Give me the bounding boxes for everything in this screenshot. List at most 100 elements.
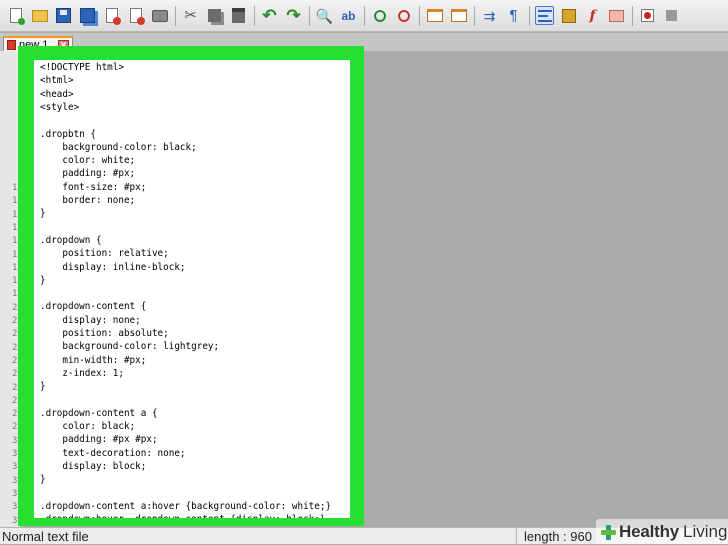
save-button[interactable] [54,6,73,25]
cut-button[interactable]: ✂ [181,6,200,25]
show-all-characters-button[interactable]: ¶ [504,6,523,25]
close-all-button[interactable] [126,6,145,25]
word-wrap-button[interactable]: ⇉ [480,6,499,25]
save-all-button[interactable] [78,6,97,25]
plus-logo-icon [600,524,616,540]
new-file-icon [9,8,25,25]
zoom-in-icon [373,9,386,22]
code-line: .dropdown { [40,234,102,246]
watermark-brand-rest: Living [683,521,728,541]
toolbar-separator [529,5,530,26]
toolbar-separator [364,5,365,26]
sync-vertical-button[interactable] [425,6,444,25]
code-line: padding: #px #px; [40,434,158,446]
main-toolbar: ✂ ↶ ↷ 🔍 ab ⇉ ¶ f [0,0,728,32]
toolbar-separator [419,5,420,26]
code-line: <head> [40,88,74,100]
record-macro-icon [641,9,654,22]
zoom-out-button[interactable] [394,6,413,25]
code-line: .dropdown-content a { [40,407,158,419]
undo-button[interactable]: ↶ [260,6,279,25]
show-all-characters-icon: ¶ [509,7,518,24]
zoom-out-icon [397,9,410,22]
toolbar-separator [254,5,255,26]
code-line: background-color: lightgrey; [40,341,220,353]
code-line: display: none; [40,314,141,326]
code-line: } [40,381,46,393]
code-line: color: black; [40,421,136,433]
word-wrap-icon: ⇉ [483,7,496,24]
code-line: .dropdown-content a:hover {background-co… [40,500,332,512]
code-line: } [40,274,46,286]
save-all-icon [80,8,95,23]
code-line: position: absolute; [40,328,169,339]
sync-horizontal-button[interactable] [449,6,468,25]
code-line: .dropbtn { [40,128,96,140]
code-line: .dropdown-content { [40,301,147,313]
paste-button[interactable] [229,6,248,25]
document-map-icon [561,8,576,23]
function-list-button[interactable]: f [583,6,602,25]
redo-icon: ↷ [286,6,301,25]
stop-recording-icon [666,10,677,21]
document-length-label: length : 960 [524,529,592,544]
code-line: .dropdown:hover .dropdown-content {displ… [40,513,325,518]
code-line: font-size: #px; [40,181,147,193]
copy-icon [208,9,221,22]
indent-guide-button[interactable] [535,6,554,25]
file-type-label: Normal text file [2,529,89,544]
folder-as-workspace-icon [609,9,624,22]
code-line: } [40,474,46,486]
sync-horizontal-icon [450,9,467,22]
code-line: color: white; [40,155,136,167]
find-icon: 🔍 [315,7,334,24]
open-folder-icon [31,9,48,22]
find-button[interactable]: 🔍 [315,6,334,25]
code-line: padding: #px; [40,168,136,180]
redo-button[interactable]: ↷ [284,6,303,25]
close-file-button[interactable] [102,6,121,25]
code-line: border: none; [40,195,136,206]
code-text-area[interactable]: <!DOCTYPE html> <html> <head> <style> .dropb… [34,60,350,518]
undo-icon: ↶ [262,6,277,25]
toolbar-separator [175,5,176,26]
code-line: min-width: #px; [40,354,147,366]
code-line: display: block; [40,461,147,472]
code-line: <!DOCTYPE html> [40,62,124,73]
toolbar-separator [632,5,633,26]
cut-icon: ✂ [184,7,197,24]
document-map-button[interactable] [559,6,578,25]
copy-button[interactable] [205,6,224,25]
print-button[interactable] [150,6,169,25]
code-line: display: inline-block; [40,261,186,273]
toolbar-separator [309,5,310,26]
healthy-living-watermark: Healthy Living [596,519,728,544]
close-all-icon [129,8,145,25]
code-line: } [40,208,46,220]
open-file-button[interactable] [30,6,49,25]
print-icon [151,9,168,22]
unsaved-file-icon [7,40,16,50]
zoom-in-button[interactable] [370,6,389,25]
paste-icon [232,8,245,23]
replace-button[interactable]: ab [339,6,358,25]
watermark-brand-bold: Healthy [619,521,680,541]
code-line: <html> [40,75,74,87]
record-macro-button[interactable] [638,6,657,25]
code-line: text-decoration: none; [40,447,186,459]
sync-vertical-icon [426,9,443,22]
code-line: position: relative; [40,248,169,260]
new-file-button[interactable] [6,6,25,25]
toolbar-separator [474,5,475,26]
function-list-icon: f [589,7,596,24]
status-divider [516,528,517,545]
save-icon [56,8,71,23]
stop-recording-button[interactable] [662,6,681,25]
code-line: z-index: 1; [40,367,124,379]
replace-icon: ab [341,8,356,23]
code-line: background-color: black; [40,141,197,153]
code-line: <style> [40,101,80,113]
folder-as-workspace-button[interactable] [607,6,626,25]
close-file-icon [105,8,121,25]
indent-guide-icon [537,9,552,22]
